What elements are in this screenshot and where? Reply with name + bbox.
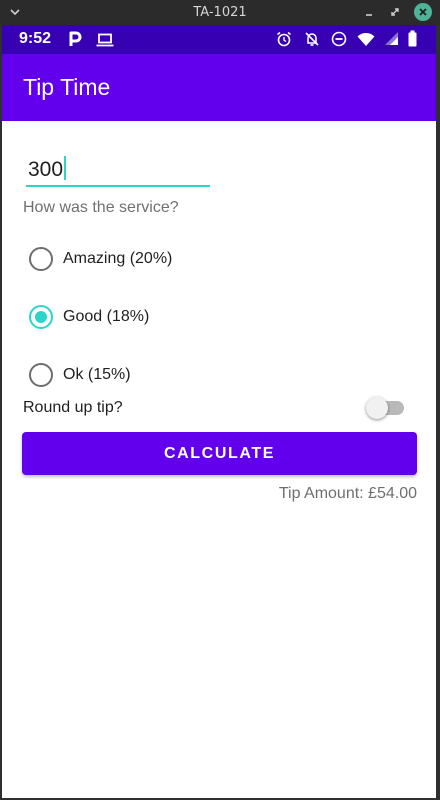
calculate-button[interactable]: CALCULATE xyxy=(22,432,417,475)
switch-thumb[interactable] xyxy=(366,397,388,419)
parking-icon xyxy=(68,31,82,51)
radio-label-amazing: Amazing (20%) xyxy=(63,250,173,267)
signal-icon xyxy=(384,31,399,50)
radio-label-ok: Ok (15%) xyxy=(63,366,131,383)
round-up-label: Round up tip? xyxy=(23,399,123,416)
close-icon[interactable] xyxy=(414,3,432,21)
radio-dot xyxy=(35,311,47,323)
text-cursor xyxy=(64,156,67,180)
radio-button-unchecked[interactable] xyxy=(29,363,53,387)
radio-amazing[interactable]: Amazing (20%) xyxy=(29,245,172,273)
radio-button-unchecked[interactable] xyxy=(29,247,53,271)
battery-icon xyxy=(408,30,417,51)
app-title: Tip Time xyxy=(23,74,111,100)
laptop-icon xyxy=(96,32,114,51)
service-question-label: How was the service? xyxy=(23,199,179,216)
alarm-icon xyxy=(276,31,292,51)
app-bar: Tip Time xyxy=(2,54,436,121)
notifications-off-icon xyxy=(304,31,320,51)
emulator-title-bar: TA-1021 xyxy=(0,0,440,25)
minimize-icon[interactable] xyxy=(360,3,378,21)
do-not-disturb-icon xyxy=(331,31,347,51)
cost-of-service-input[interactable]: 300 xyxy=(26,153,210,187)
radio-ok[interactable]: Ok (15%) xyxy=(29,361,131,389)
maximize-icon[interactable] xyxy=(386,3,404,21)
radio-button-checked[interactable] xyxy=(29,305,53,329)
status-bar: 9:52 xyxy=(2,25,436,54)
round-up-switch[interactable] xyxy=(366,396,406,420)
wifi-icon xyxy=(357,32,375,51)
device-screen: 9:52 Tip Time 300 How was the service? A… xyxy=(2,25,436,798)
radio-label-good: Good (18%) xyxy=(63,308,150,325)
radio-good[interactable]: Good (18%) xyxy=(29,303,149,331)
cost-value: 300 xyxy=(28,158,64,181)
tip-amount-result: Tip Amount: £54.00 xyxy=(278,485,417,502)
status-time: 9:52 xyxy=(19,30,52,47)
